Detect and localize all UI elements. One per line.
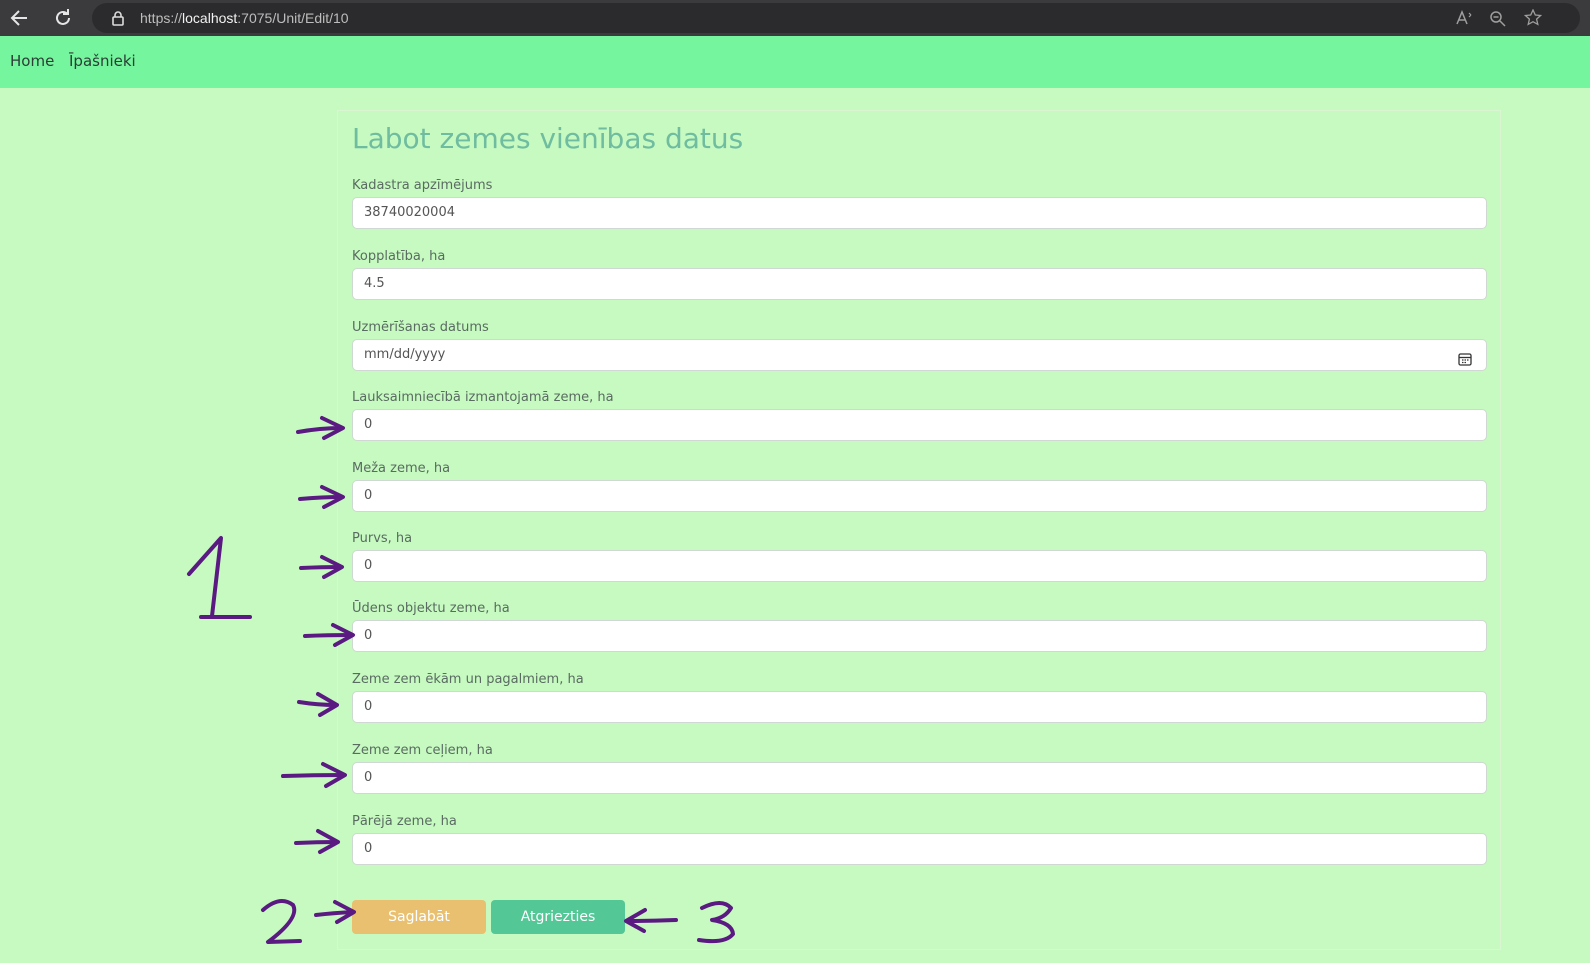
field-label-building-land: Zeme zem ēkām un pagalmiem, ha (352, 672, 584, 687)
field-label-water-land: Ūdens objektu zeme, ha (352, 601, 510, 616)
cadastre-input[interactable]: 38740020004 (352, 197, 1487, 229)
field-label-agricultural-land: Lauksaimniecībā izmantojamā zeme, ha (352, 390, 614, 405)
lock-icon (110, 10, 126, 26)
field-label-forest-land: Meža zeme, ha (352, 461, 451, 476)
total-area-input[interactable]: 4.5 (352, 268, 1487, 300)
annotation-arrow (297, 692, 339, 717)
forest-land-input[interactable]: 0 (352, 480, 1487, 512)
read-aloud-icon[interactable] (1454, 9, 1474, 27)
field-label-cadastre: Kadastra apzīmējums (352, 178, 493, 193)
annotation-arrow (281, 762, 347, 788)
back-arrow-icon[interactable] (7, 6, 33, 30)
field-label-swamp: Purvs, ha (352, 531, 413, 546)
swamp-input[interactable]: 0 (352, 550, 1487, 582)
annotation-number-2 (261, 899, 302, 944)
field-label-survey-date: Uzmērīšanas datums (352, 320, 489, 335)
back-button[interactable]: Atgriezties (491, 900, 625, 934)
annotation-number-1 (187, 536, 252, 619)
other-land-input[interactable]: 0 (352, 833, 1487, 865)
building-land-input[interactable]: 0 (352, 691, 1487, 723)
nav-owners-link[interactable]: Īpašnieki (69, 36, 136, 86)
page-title: Labot zemes vienības datus (352, 122, 744, 155)
survey-date-input[interactable]: mm/dd/yyyy (352, 339, 1487, 371)
reload-icon[interactable] (50, 6, 76, 30)
save-button[interactable]: Saglabāt (352, 900, 486, 934)
top-navbar: Home Īpašnieki (0, 36, 1590, 88)
edit-form-card (337, 110, 1501, 950)
address-bar[interactable]: https://localhost:7075/Unit/Edit/10 (92, 3, 1580, 33)
annotation-arrow (294, 829, 340, 854)
url-text: https://localhost:7075/Unit/Edit/10 (140, 10, 349, 26)
agricultural-land-input[interactable]: 0 (352, 409, 1487, 441)
nav-home-link[interactable]: Home (10, 36, 54, 86)
calendar-icon[interactable] (1458, 348, 1472, 366)
favorite-star-icon[interactable] (1523, 8, 1544, 27)
field-label-other-land: Pārējā zeme, ha (352, 814, 457, 829)
browser-toolbar: https://localhost:7075/Unit/Edit/10 (0, 0, 1590, 36)
road-land-input[interactable]: 0 (352, 762, 1487, 794)
water-land-input[interactable]: 0 (352, 620, 1487, 652)
annotation-arrow (299, 555, 344, 579)
field-label-road-land: Zeme zem ceļiem, ha (352, 743, 493, 758)
field-label-total-area: Kopplatība, ha (352, 249, 446, 264)
zoom-out-icon[interactable] (1488, 9, 1508, 27)
